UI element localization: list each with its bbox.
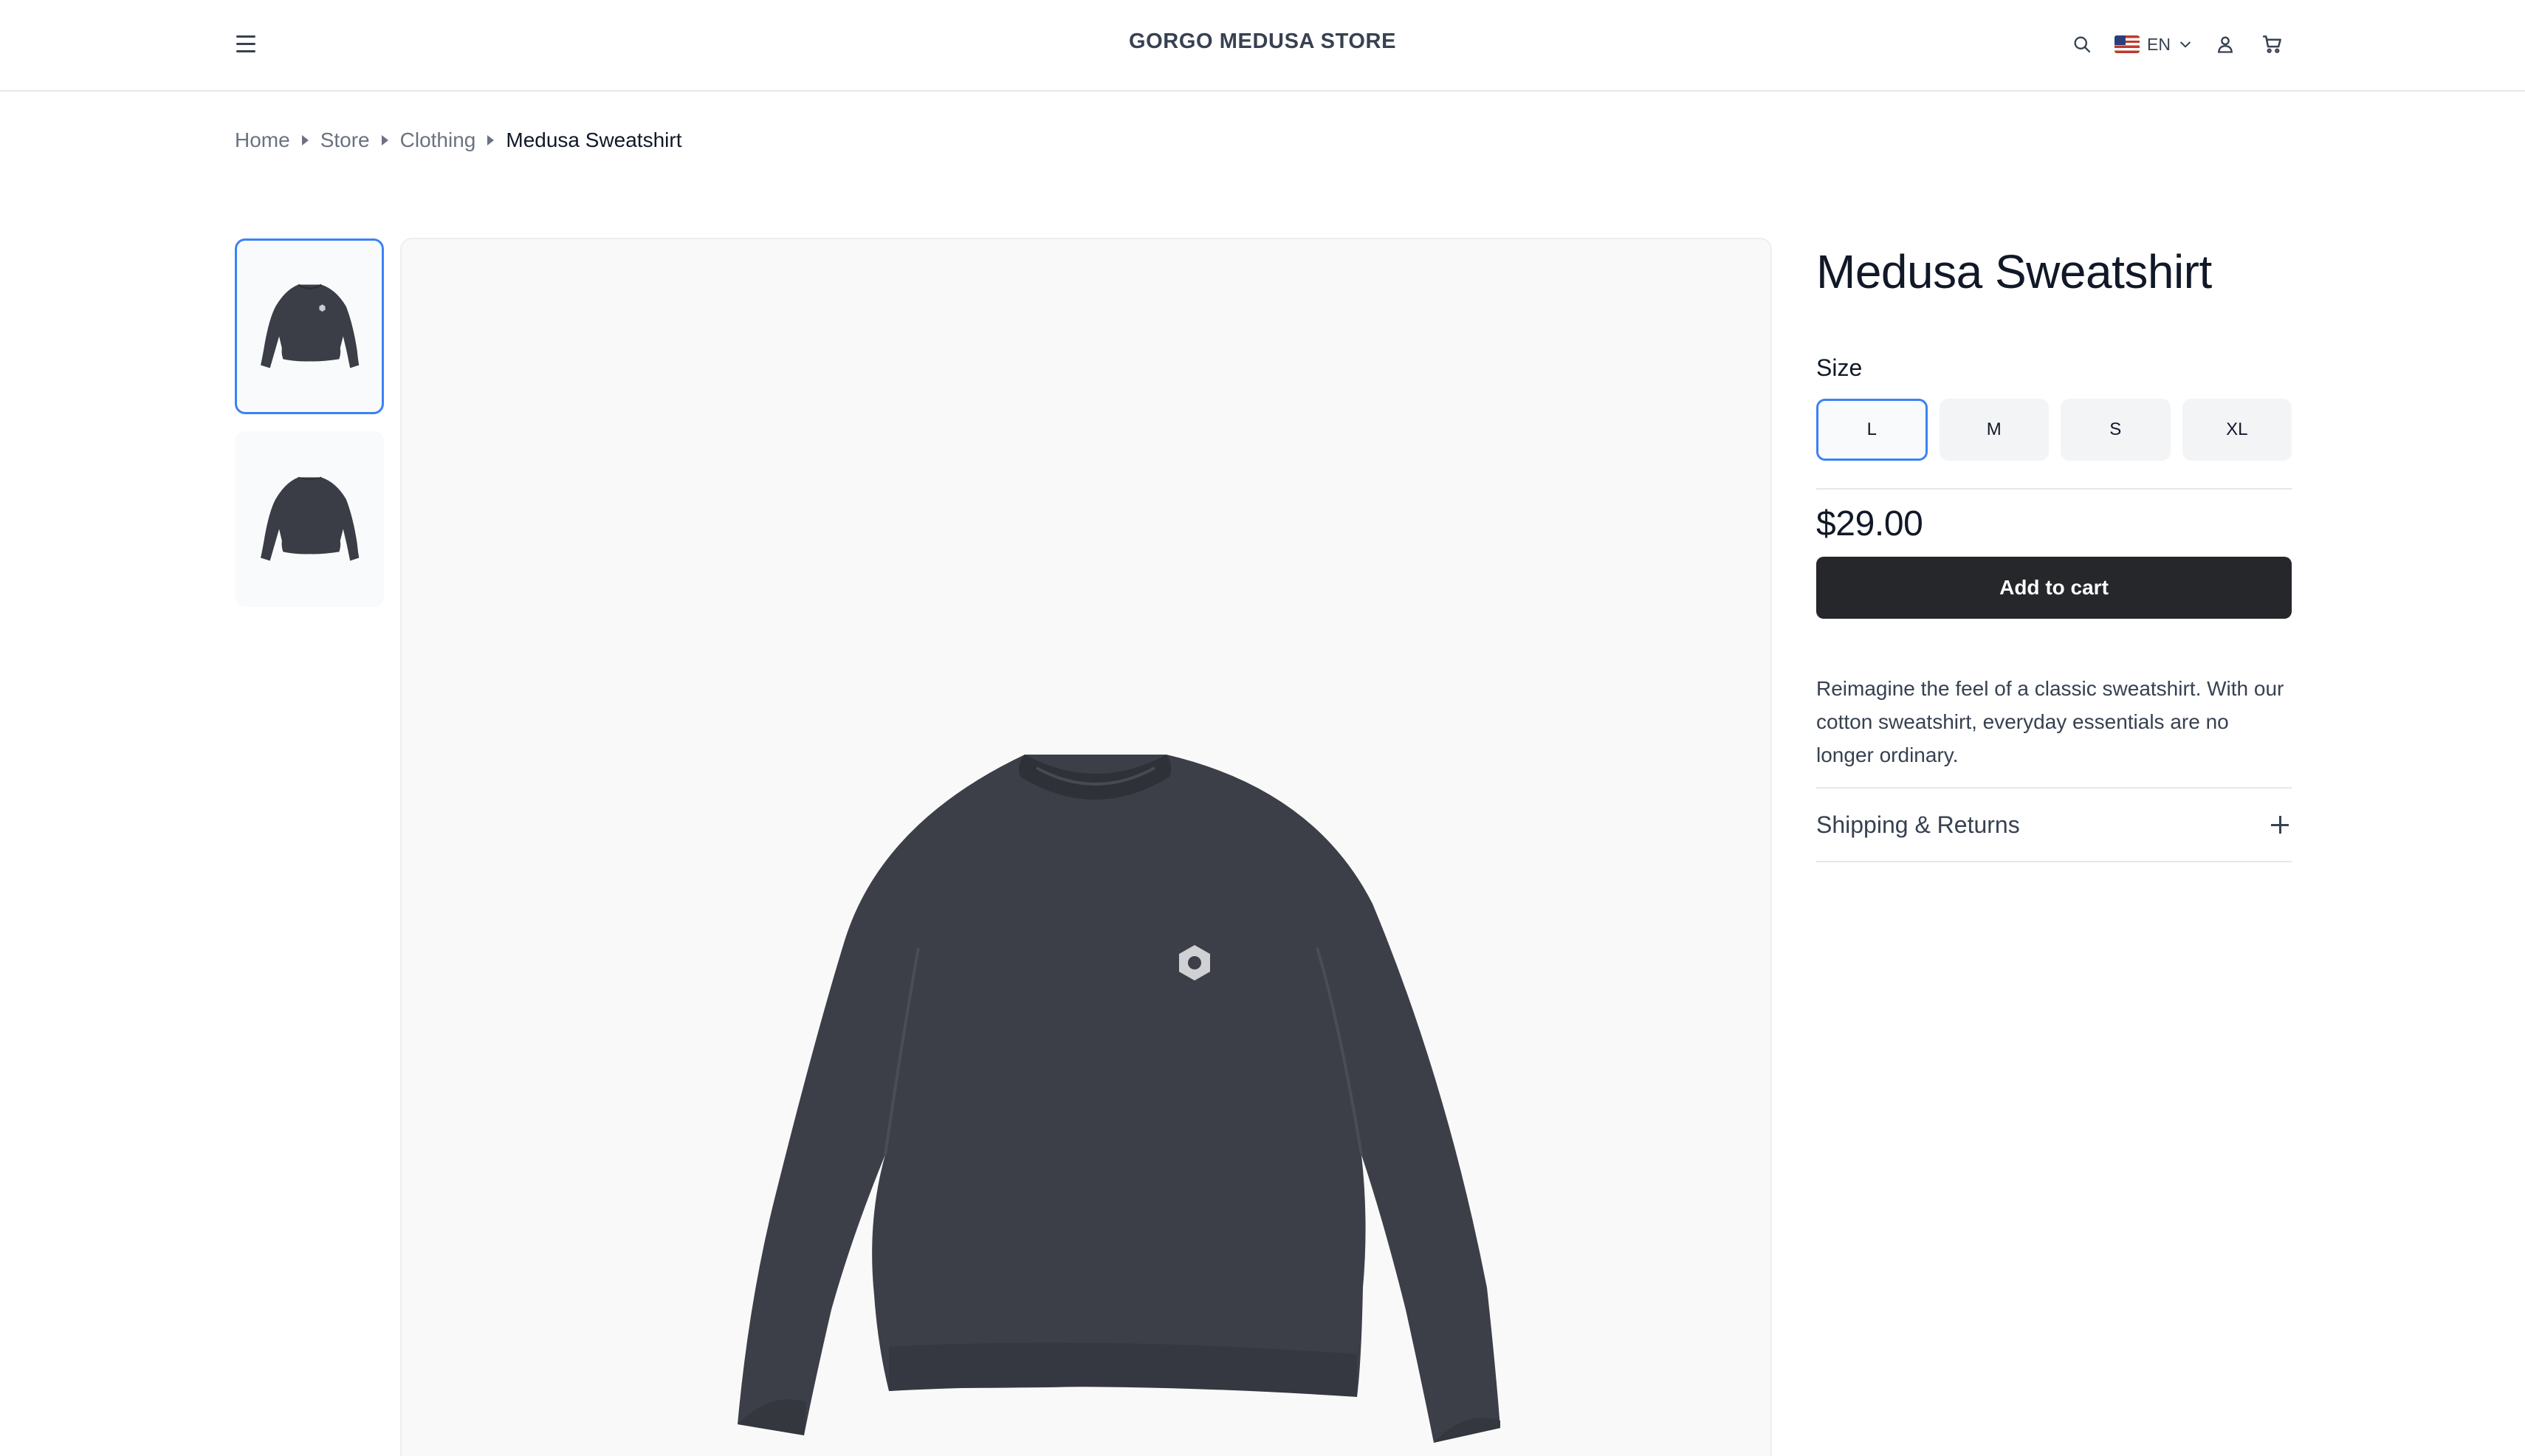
store-name[interactable]: GORGO MEDUSA STORE [1129,30,1396,53]
product-main-image[interactable] [400,238,1772,1456]
product-description: Reimagine the feel of a classic sweatshi… [1816,677,2284,766]
caret-right-icon [301,135,309,145]
site-header: GORGO MEDUSA STORE EN [0,0,2525,92]
product-info: Medusa Sweatshirt Size L M S XL $29.00 A… [1816,244,2292,862]
size-option-s[interactable]: S [2061,399,2171,461]
cart-icon[interactable] [2258,30,2287,59]
divider [1816,488,2292,490]
search-icon[interactable] [2067,30,2097,59]
size-option-m[interactable]: M [1939,399,2049,461]
caret-right-icon [381,135,388,145]
sweatshirt-back-thumbnail [261,476,360,561]
us-flag-icon [2115,35,2140,53]
product-price: $29.00 [1816,504,1923,543]
chevron-down-icon [2180,41,2191,48]
thumbnail-back[interactable] [235,431,384,607]
plus-icon [2271,816,2289,834]
caret-right-icon [487,135,495,145]
menu-icon[interactable] [233,31,258,56]
breadcrumb-current: Medusa Sweatshirt [506,128,682,151]
thumbnail-front[interactable] [235,238,384,414]
product-title: Medusa Sweatshirt [1816,245,2212,298]
header-actions: EN [2067,27,2287,62]
divider [1816,861,2292,862]
size-option-l[interactable]: L [1816,399,1928,461]
accordion-label: Shipping & Returns [1816,811,2020,838]
breadcrumb: Home Store Clothing Medusa Sweatshirt [235,128,681,152]
user-icon[interactable] [2210,30,2240,59]
size-options: L M S XL [1816,399,2292,461]
size-option-xl[interactable]: XL [2182,399,2292,461]
breadcrumb-home[interactable]: Home [235,128,290,152]
sweatshirt-front-thumbnail [261,284,360,368]
size-label: Size [1816,354,1863,381]
breadcrumb-clothing[interactable]: Clothing [400,128,476,152]
language-selector[interactable]: EN [2115,35,2193,55]
sweatshirt-image [738,755,1500,1443]
breadcrumb-store[interactable]: Store [320,128,370,152]
add-to-cart-button[interactable]: Add to cart [1816,557,2292,619]
language-code: EN [2147,34,2171,54]
shipping-returns-accordion[interactable]: Shipping & Returns [1816,789,2292,861]
